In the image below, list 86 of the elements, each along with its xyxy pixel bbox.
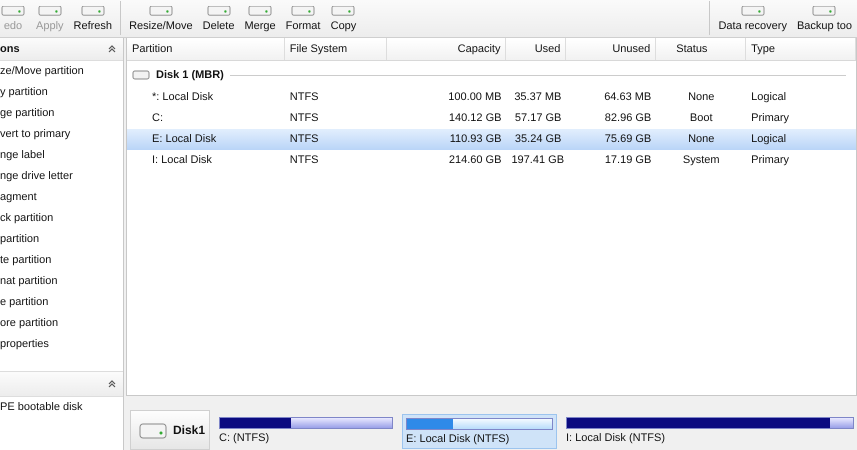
table-cell-text: NTFS	[288, 90, 320, 105]
table-cell-text: I: Local Disk	[151, 153, 213, 168]
toolbar-button[interactable]: Copy	[325, 6, 362, 37]
table-cell-text: System	[682, 153, 721, 168]
partition-block[interactable]: E: Local Disk (NTFS)	[402, 414, 557, 449]
toolbar-button[interactable]: Format	[280, 6, 326, 37]
table-cell-text: Boot	[688, 111, 714, 126]
toolbar-button[interactable]: Refresh	[68, 6, 118, 37]
column-header[interactable]: Partition	[127, 38, 285, 60]
column-header[interactable]: Unused	[566, 38, 656, 60]
table-cell-text: Primary	[750, 153, 790, 168]
table-cell-text: NTFS	[288, 132, 320, 147]
drive-icon	[740, 6, 766, 17]
table-cell-text: None	[687, 90, 716, 105]
column-header[interactable]: File System	[284, 38, 387, 60]
partition-label: E: Local Disk (NTFS)	[406, 433, 510, 445]
column-header[interactable]: Type	[746, 38, 856, 60]
column-header[interactable]: Status	[656, 38, 746, 60]
table-cell-text: *: Local Disk	[151, 90, 214, 105]
sidebar-item[interactable]: te partition	[0, 250, 123, 271]
disk-title: Disk 1 (MBR)	[156, 69, 224, 81]
sidebar-item[interactable]: nge drive letter	[0, 166, 123, 187]
table-row[interactable]: E: Local Disk NTFS 110.93 GB 35.24 GB 75.69 GB None Logical	[127, 129, 856, 150]
table-cell-text: None	[687, 132, 716, 147]
disk-card[interactable]: Disk1	[130, 410, 210, 450]
sidebar-item[interactable]: partition	[0, 229, 123, 250]
table-cell-text: 100.00 MB	[447, 90, 502, 105]
table-cell-text: E: Local Disk	[151, 132, 218, 147]
sidebar-item[interactable]: nge label	[0, 145, 123, 166]
table-cell-text: 35.24 GB	[514, 132, 562, 147]
table-cell-text: 197.41 GB	[510, 153, 566, 168]
table-row[interactable]: C: NTFS 140.12 GB 57.17 GB 82.96 GB Boot Primary	[127, 108, 856, 129]
toolbar-button[interactable]: Resize/Move	[124, 6, 198, 37]
column-header[interactable]: Capacity	[386, 38, 506, 60]
toolbar-button[interactable]: Delete	[198, 6, 240, 37]
table-cell-text: 140.12 GB	[448, 111, 502, 126]
table-cell-text: 214.60 GB	[448, 153, 502, 168]
table-cell-text: 35.37 MB	[513, 90, 562, 105]
table-row[interactable]: I: Local Disk NTFS 214.60 GB 197.41 GB 17.19 GB System Primary	[127, 150, 856, 171]
table-cell-text: NTFS	[288, 153, 320, 168]
section-header[interactable]: ons	[0, 38, 123, 61]
table-cell-text: 17.19 GB	[604, 153, 652, 168]
table-cell-text: Logical	[750, 90, 788, 105]
drive-icon	[148, 6, 174, 17]
table-cell-text: 82.96 GB	[604, 111, 652, 126]
drive-icon	[290, 6, 316, 17]
sidebar-item[interactable]: vert to primary	[0, 124, 123, 145]
partition-block[interactable]: I: Local Disk (NTFS)	[563, 414, 857, 449]
partition-label: C: (NTFS)	[219, 432, 270, 444]
drive-icon	[247, 6, 274, 17]
disk-label: Disk1	[173, 423, 206, 437]
sidebar-item[interactable]: y partition	[0, 82, 123, 103]
column-header[interactable]: Used	[506, 38, 566, 60]
toolbar-button[interactable]: Merge	[239, 6, 281, 37]
sidebar-item[interactable]: nat partition	[0, 271, 123, 292]
toolbar-button[interactable]: Backup too	[792, 6, 857, 37]
table-cell-text: Primary	[750, 111, 790, 126]
sidebar-item[interactable]: ge partition	[0, 103, 123, 124]
table-cell-text: 110.93 GB	[448, 132, 502, 147]
sidebar-item[interactable]: ze/Move partition	[0, 61, 123, 82]
drive-icon	[811, 6, 838, 17]
sidebar-item[interactable]: ck partition	[0, 208, 123, 229]
table-cell-text: NTFS	[288, 111, 320, 126]
sidebar-item[interactable]: properties	[0, 334, 123, 355]
drive-icon	[0, 6, 26, 17]
section-title: ons	[0, 43, 20, 55]
drive-icon	[132, 70, 150, 80]
collapse-icon[interactable]	[107, 44, 117, 54]
drive-icon	[206, 6, 232, 17]
drive-icon	[36, 6, 63, 17]
table-row[interactable]: *: Local Disk NTFS 100.00 MB 35.37 MB 64.63 MB None Logical	[127, 87, 856, 108]
collapse-icon[interactable]	[107, 379, 117, 389]
sidebar-item[interactable]: PE bootable disk	[0, 397, 123, 418]
drive-icon	[330, 6, 356, 17]
sidebar-item[interactable]: e partition	[0, 292, 123, 313]
table-cell-text: 64.63 MB	[603, 90, 652, 105]
toolbar-button[interactable]: Data recovery	[713, 6, 792, 37]
partition-block[interactable]: C: (NTFS)	[216, 414, 396, 449]
sidebar-item[interactable]: ore partition	[0, 313, 123, 334]
drive-icon	[80, 6, 106, 17]
table-cell-text: Logical	[750, 132, 788, 147]
table-cell-text: 75.69 GB	[604, 132, 652, 147]
table-cell-text: C:	[151, 111, 164, 126]
partition-label: I: Local Disk (NTFS)	[566, 432, 666, 444]
sidebar-item[interactable]: agment	[0, 187, 123, 208]
table-cell-text: 57.17 GB	[514, 111, 562, 126]
